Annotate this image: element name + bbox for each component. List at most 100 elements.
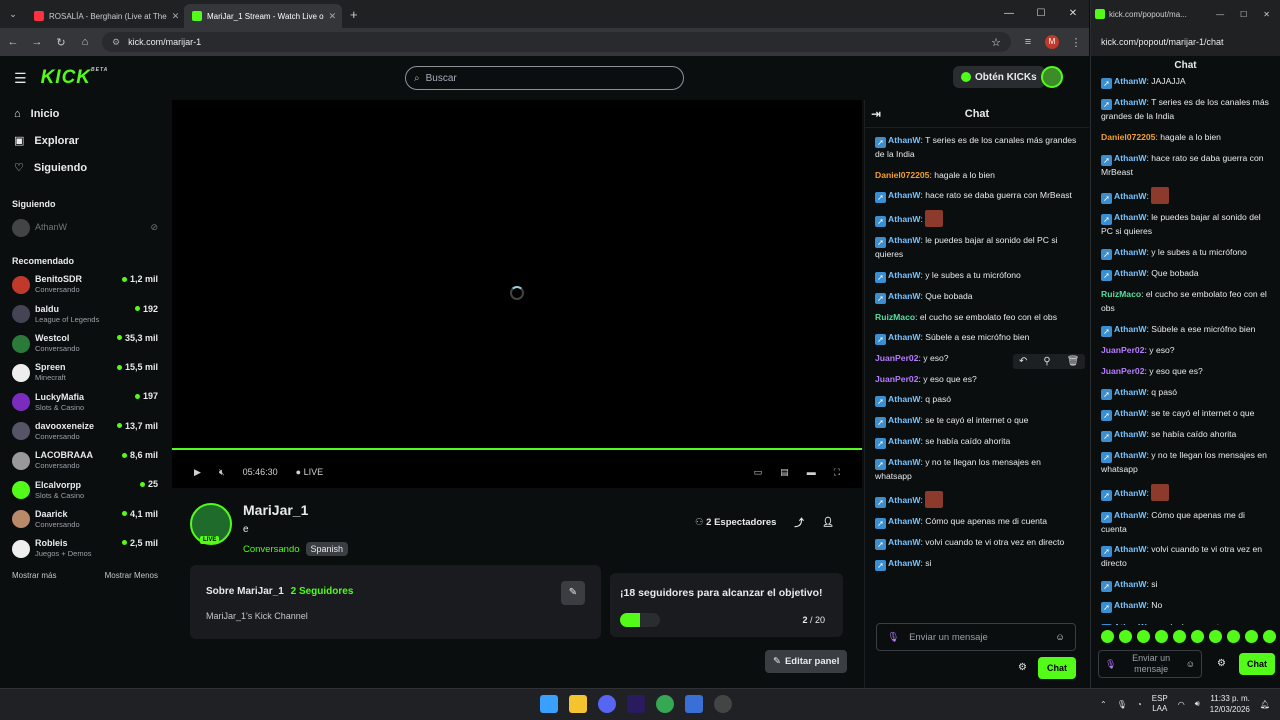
reply-icon[interactable]: ↶: [1019, 356, 1027, 367]
chat-username[interactable]: AthanW: [1114, 408, 1146, 418]
microphone-icon[interactable]: 🎙︎: [887, 632, 899, 643]
volume-icon[interactable]: 🔊︎: [1195, 699, 1200, 709]
tab-search-icon[interactable]: ⌄: [0, 9, 26, 20]
chat-username[interactable]: AthanW: [888, 270, 920, 280]
chat-message[interactable]: ➚ AthanW: volvi cuando te vi otra vez en …: [875, 536, 1080, 550]
chat-message[interactable]: ➚ AthanW:: [875, 210, 1080, 227]
chat-message[interactable]: ➚ AthanW: Cómo que apenas me di cuenta: [1101, 509, 1273, 537]
chat-username[interactable]: JuanPer02: [1101, 366, 1144, 376]
following-channel[interactable]: AthanW ⊘: [0, 213, 170, 242]
chat-username[interactable]: AthanW: [1114, 429, 1146, 439]
edit-panel-button[interactable]: ✎ Editar panel: [765, 650, 848, 673]
notifications-icon[interactable]: 🔔︎: [1260, 700, 1270, 709]
show-less-link[interactable]: Mostrar Menos: [105, 571, 158, 580]
recommended-channel[interactable]: LACOBRAAA Conversando 8,6 mil: [0, 446, 170, 475]
chat-username[interactable]: AthanW: [1114, 579, 1146, 589]
edit-pencil-icon[interactable]: ✎: [561, 581, 585, 605]
forward-icon[interactable]: →: [30, 36, 44, 48]
emoji-icon[interactable]: ☺: [1186, 659, 1195, 669]
language-tag[interactable]: Spanish: [305, 542, 349, 556]
media-icon[interactable]: ≡: [1021, 36, 1035, 48]
chat-username[interactable]: AthanW: [1114, 324, 1146, 334]
chat-message[interactable]: RuizMaco: el cucho se embolato feo con e…: [1101, 288, 1273, 315]
emote-icon[interactable]: [1227, 630, 1240, 643]
chat-message[interactable]: ➚ AthanW: Cómo que apenas me di cuenta: [875, 515, 1080, 529]
kick-logo[interactable]: KICKBETA: [41, 67, 109, 89]
chrome-icon[interactable]: [656, 695, 674, 713]
chat-username[interactable]: AthanW: [1114, 510, 1146, 520]
pin-icon[interactable]: ⚲: [1043, 356, 1050, 367]
chat-message[interactable]: ➚AthanW: eso duró mero rato: [1101, 621, 1273, 625]
chat-message[interactable]: ➚ AthanW: q pasó: [1101, 386, 1273, 400]
get-kicks-button[interactable]: Obtén KICKs: [953, 66, 1045, 88]
chat-username[interactable]: AthanW: [1114, 387, 1146, 397]
channel-name[interactable]: MariJar_1: [243, 502, 308, 518]
recommended-channel[interactable]: Elcalvorpp Slots & Casino 25: [0, 475, 170, 504]
chat-message[interactable]: ➚ AthanW: le puedes bajar al sonido del P…: [1101, 211, 1273, 239]
chat-username[interactable]: JuanPer02: [875, 374, 918, 384]
chat-username[interactable]: AthanW: [888, 495, 920, 505]
progress-bar[interactable]: [172, 448, 862, 450]
recommended-channel[interactable]: LuckyMafia Slots & Casino 197: [0, 387, 170, 416]
wifi-icon[interactable]: ◠: [1178, 700, 1185, 709]
recommended-channel[interactable]: Westcol Conversando 35,3 mil: [0, 329, 170, 358]
cinema-icon[interactable]: ▬: [807, 467, 816, 477]
chat-username[interactable]: AthanW: [888, 291, 920, 301]
emote-icon[interactable]: [1209, 630, 1222, 643]
video-player[interactable]: ▶ 🔇︎ 05:46:30 ● LIVE ▭ ▤ ▬ ⛶: [172, 100, 862, 488]
emote-icon[interactable]: [1119, 630, 1132, 643]
tray-arrow-icon[interactable]: ⌃: [1100, 700, 1107, 709]
emote-icon[interactable]: [1263, 630, 1276, 643]
popout-address[interactable]: kick.com/popout/marijar-1/chat: [1091, 28, 1280, 56]
show-more-link[interactable]: Mostrar más: [12, 571, 56, 580]
recommended-channel[interactable]: baldu League of Legends 192: [0, 300, 170, 329]
close-icon[interactable]: ✕: [172, 11, 180, 22]
chat-username[interactable]: AthanW: [888, 332, 920, 342]
chat-message[interactable]: ➚ AthanW: hace rato se daba guerra con Mr…: [875, 189, 1080, 203]
menu-icon[interactable]: ⋮: [1069, 36, 1083, 49]
minimize-icon[interactable]: —: [993, 0, 1025, 28]
url-bar[interactable]: ⚙ kick.com/marijar-1 ☆: [102, 32, 1011, 52]
back-icon[interactable]: ←: [6, 36, 20, 48]
chat-username[interactable]: AthanW: [1114, 97, 1146, 107]
recommended-channel[interactable]: Daarick Conversando 4,1 mil: [0, 505, 170, 534]
emote-icon[interactable]: [1245, 630, 1258, 643]
discord-icon[interactable]: [598, 695, 616, 713]
chat-message[interactable]: JuanPer02: y eso que es?: [1101, 365, 1273, 379]
chat-send-button[interactable]: Chat: [1038, 657, 1076, 679]
language-indicator[interactable]: ESP LAA: [1152, 694, 1168, 714]
emote-icon[interactable]: [1173, 630, 1186, 643]
chat-username[interactable]: AthanW: [888, 457, 920, 467]
chat-message[interactable]: ➚ AthanW:: [1101, 186, 1273, 204]
network-icon[interactable]: ◔: [1137, 700, 1142, 709]
tab-rosalia[interactable]: ROSALÍA - Berghain (Live at The ✕: [26, 4, 184, 28]
chat-message[interactable]: ➚ AthanW: se te cayó el internet o que: [1101, 407, 1273, 421]
chat-message[interactable]: ➚ AthanW: Que bobada: [875, 290, 1080, 304]
reload-icon[interactable]: ↻: [54, 36, 68, 49]
bookmark-star-icon[interactable]: ☆: [991, 36, 1001, 49]
recommended-channel[interactable]: davooxeneize Conversando 13,7 mil: [0, 417, 170, 446]
chat-username[interactable]: JuanPer02: [875, 353, 918, 363]
popout-chat-input[interactable]: 🎙︎ Enviar un mensaje ☺: [1098, 650, 1202, 678]
mic-icon[interactable]: 🎙︎: [1117, 700, 1127, 709]
chat-username[interactable]: AthanW: [888, 558, 920, 568]
chat-username[interactable]: AthanW: [888, 135, 920, 145]
chat-input[interactable]: 🎙︎ Enviar un mensaje ☺: [876, 623, 1076, 651]
home-icon[interactable]: ⌂: [78, 36, 92, 48]
site-info-icon[interactable]: ⚙: [112, 37, 120, 48]
minimize-icon[interactable]: —: [1210, 10, 1230, 19]
chat-message[interactable]: ➚ AthanW: y le subes a tu micrófono: [1101, 246, 1273, 260]
chat-username[interactable]: AthanW: [888, 235, 920, 245]
chat-username[interactable]: AthanW: [1114, 76, 1146, 86]
chat-message[interactable]: ➚ AthanW: se te cayó el internet o que: [875, 414, 1080, 428]
sidebar-item-explorar[interactable]: ▣ Explorar: [0, 127, 170, 154]
popout-settings-icon[interactable]: ⚙: [1217, 658, 1226, 669]
profile-avatar[interactable]: M: [1045, 35, 1059, 49]
fullscreen-icon[interactable]: ⛶: [834, 467, 840, 478]
emote-icon[interactable]: [1101, 630, 1114, 643]
user-avatar[interactable]: [1041, 66, 1063, 88]
chat-message[interactable]: ➚ AthanW: volvi cuando te vi otra vez en …: [1101, 543, 1273, 571]
file-explorer-icon[interactable]: [569, 695, 587, 713]
theater-icon[interactable]: ▤: [780, 467, 789, 478]
sidebar-item-inicio[interactable]: ⌂ Inicio: [0, 100, 170, 127]
